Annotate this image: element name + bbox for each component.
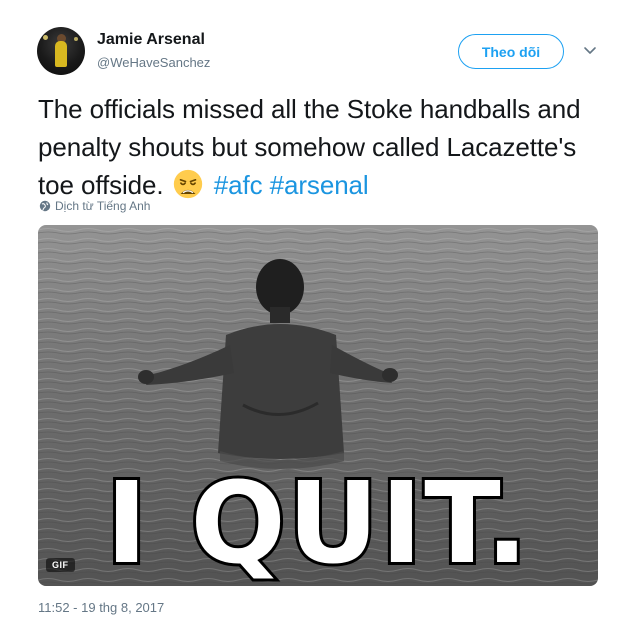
timestamp[interactable]: 11:52 - 19 thg 8, 2017: [38, 600, 164, 615]
translate-label: Dịch từ Tiếng Anh: [55, 199, 151, 213]
user-handle[interactable]: @WeHaveSanchez: [97, 55, 210, 70]
display-name[interactable]: Jamie Arsenal: [97, 31, 205, 49]
gif-badge: GIF: [46, 558, 75, 572]
avatar[interactable]: [37, 27, 85, 75]
globe-icon: [39, 200, 51, 212]
hashtag-arsenal[interactable]: #arsenal: [270, 170, 369, 200]
gif-media[interactable]: I QUIT. GIF: [38, 225, 598, 586]
gif-caption-overlay: I QUIT.: [103, 459, 531, 586]
hashtag-afc[interactable]: #afc: [214, 170, 263, 200]
follow-button[interactable]: Theo dõi: [458, 34, 564, 69]
chevron-down-icon[interactable]: [582, 42, 598, 58]
weary-face-icon: [173, 169, 202, 199]
translate-link[interactable]: Dịch từ Tiếng Anh: [39, 199, 150, 213]
tweet-text: The officials missed all the Stoke handb…: [38, 90, 598, 204]
